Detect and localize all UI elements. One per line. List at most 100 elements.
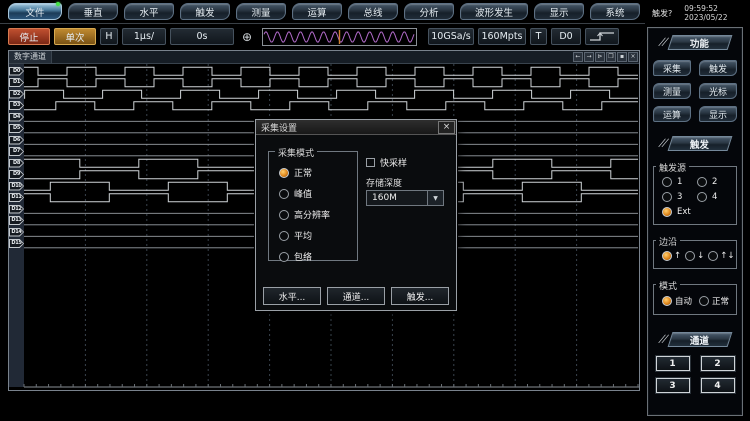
radio-icon [697, 177, 707, 187]
channel-section-header[interactable]: ∕∕ 通道 [660, 332, 730, 347]
memory-depth-value: 160M [366, 190, 428, 206]
stop-button[interactable]: 停止 [8, 28, 50, 45]
channel-tag-label: D11 [10, 194, 23, 201]
date-text: 2023/05/22 [684, 13, 727, 22]
menu-item-horizontal[interactable]: 水平 [124, 3, 174, 20]
mode-radio-normal[interactable]: 正常 [279, 166, 357, 179]
edge-radio-falling[interactable]: ↓ [685, 251, 704, 261]
timebase-button[interactable]: 1μs/ [122, 28, 166, 45]
source-radio-ext[interactable]: Ext [662, 207, 730, 217]
trigger-mode-group: 模式 自动 正常 [653, 284, 737, 315]
acquisition-settings-dialog: 采集设置 × 采集模式 正常 峰值 高分辨率 平均 包络 [255, 119, 457, 311]
channel-tag-label: D10 [10, 183, 23, 190]
trigger-source-button[interactable]: D0 [551, 28, 581, 45]
sidebar-display-button[interactable]: 显示 [699, 106, 737, 122]
channel-tag-label: D0 [10, 68, 23, 75]
fast-sample-label: 快采样 [380, 156, 407, 169]
trigger-button[interactable]: T [530, 28, 547, 45]
minimize-icon[interactable]: ▪ [617, 52, 627, 62]
chevron-down-icon: ▼ [428, 190, 444, 206]
menu-bar: 文件 垂直 水平 触发 测量 运算 总线 分析 波形发生 显示 系统 [0, 0, 645, 24]
trigger-header-label: 触发 [690, 137, 709, 151]
move-left-icon[interactable]: ← [573, 52, 583, 62]
time-text: 09:59:52 [684, 4, 718, 13]
sidebar-measure-button[interactable]: 测量 [653, 83, 691, 99]
channel-2-button[interactable]: 2 [701, 356, 735, 371]
checkbox-icon [366, 158, 375, 167]
right-sidebar: ∕∕ 功能 采集 触发 测量 光标 运算 显示 ∕∕ 触发 触发源 1 2 3 [647, 27, 743, 416]
channel-header-label: 通道 [690, 333, 709, 347]
source-label: Ext [677, 207, 691, 217]
clock: 09:59:52 2023/05/22 [684, 4, 727, 22]
channel-more-button[interactable]: 通道... [327, 287, 385, 305]
mode-radio-auto[interactable]: 自动 [662, 295, 692, 307]
dialog-titlebar[interactable]: 采集设置 × [256, 120, 456, 135]
menu-item-trigger[interactable]: 触发 [180, 3, 230, 20]
menu-item-wavegen[interactable]: 波形发生 [460, 3, 528, 20]
detach-icon[interactable]: ⊳ [595, 52, 605, 62]
channel-1-button[interactable]: 1 [656, 356, 690, 371]
channel-3-button[interactable]: 3 [656, 378, 690, 393]
fast-sample-checkbox[interactable]: 快采样 [366, 156, 407, 169]
edge-radio-both[interactable]: ↑↓ [708, 251, 734, 261]
function-section-header[interactable]: ∕∕ 功能 [660, 35, 730, 50]
menu-item-file[interactable]: 文件 [8, 3, 62, 20]
function-button-grid: 采集 触发 测量 光标 运算 显示 [653, 60, 737, 122]
mode-radio-peak[interactable]: 峰值 [279, 187, 357, 200]
mode-label: 包络 [294, 250, 312, 263]
source-radio-4[interactable]: 4 [697, 192, 730, 202]
memory-depth-dropdown[interactable]: 160M ▼ [366, 190, 444, 206]
zoom-icon[interactable]: ⊕ [238, 30, 256, 44]
trigger-section-header[interactable]: ∕∕ 触发 [660, 136, 730, 151]
close-icon[interactable]: × [628, 52, 638, 62]
channel-tag-label: D3 [10, 102, 23, 109]
menu-item-vertical[interactable]: 垂直 [68, 3, 118, 20]
memory-depth-badge: 160Mpts [478, 28, 526, 45]
channel-4-button[interactable]: 4 [701, 378, 735, 393]
rising-edge-icon[interactable] [585, 28, 619, 45]
horizontal-button[interactable]: H [100, 28, 118, 45]
wave-panel-titlebar: 数字通道 ← → ⊳ ❐ ▪ × [9, 51, 639, 64]
edge-radio-rising[interactable]: ↑ [662, 251, 681, 261]
radio-icon [699, 296, 709, 306]
menu-item-display[interactable]: 显示 [534, 3, 584, 20]
active-indicator-dot [56, 2, 60, 6]
sidebar-cursor-button[interactable]: 光标 [699, 83, 737, 99]
channel-tag-label: D8 [10, 160, 23, 167]
mode-radio-highres[interactable]: 高分辨率 [279, 208, 357, 221]
menu-item-math[interactable]: 运算 [292, 3, 342, 20]
edge-option-label: ↑↓ [720, 251, 734, 261]
menu-item-analyze[interactable]: 分析 [404, 3, 454, 20]
trigger-mode-option-label: 正常 [712, 295, 729, 307]
wave-panel-title: 数字通道 [9, 51, 52, 63]
move-right-icon[interactable]: → [584, 52, 594, 62]
horizontal-offset-button[interactable]: 0s [170, 28, 234, 45]
sidebar-acquire-button[interactable]: 采集 [653, 60, 691, 76]
mode-radio-normal-trig[interactable]: 正常 [699, 295, 729, 307]
mode-radio-envelope[interactable]: 包络 [279, 250, 357, 263]
trigger-readout-group: 10GSa/s 160Mpts T D0 [428, 28, 619, 45]
menu-item-system[interactable]: 系统 [590, 3, 640, 20]
source-radio-3[interactable]: 3 [662, 192, 695, 202]
mode-label: 正常 [294, 166, 312, 179]
restore-icon[interactable]: ❐ [606, 52, 616, 62]
source-label: 4 [712, 192, 717, 202]
radio-icon [708, 251, 718, 261]
single-button[interactable]: 单次 [54, 28, 96, 45]
sidebar-trigger-button[interactable]: 触发 [699, 60, 737, 76]
source-radio-1[interactable]: 1 [662, 177, 695, 187]
sidebar-math-button[interactable]: 运算 [653, 106, 691, 122]
mode-radio-average[interactable]: 平均 [279, 229, 357, 242]
run-control-group: 停止 单次 H 1μs/ 0s ⊕ [8, 28, 256, 45]
trigger-more-button[interactable]: 触发... [391, 287, 449, 305]
dialog-close-icon[interactable]: × [438, 121, 455, 134]
channel-tag-label: D14 [10, 229, 23, 236]
menu-item-bus[interactable]: 总线 [348, 3, 398, 20]
channel-tag-label: D1 [10, 79, 23, 86]
source-radio-2[interactable]: 2 [697, 177, 730, 187]
trigger-source-group: 触发源 1 2 3 4 Ext [653, 166, 737, 225]
horizontal-more-button[interactable]: 水平... [263, 287, 321, 305]
acquisition-mode-label: 采集模式 [275, 146, 317, 159]
edge-option-label: ↓ [697, 251, 704, 261]
menu-item-measure[interactable]: 测量 [236, 3, 286, 20]
